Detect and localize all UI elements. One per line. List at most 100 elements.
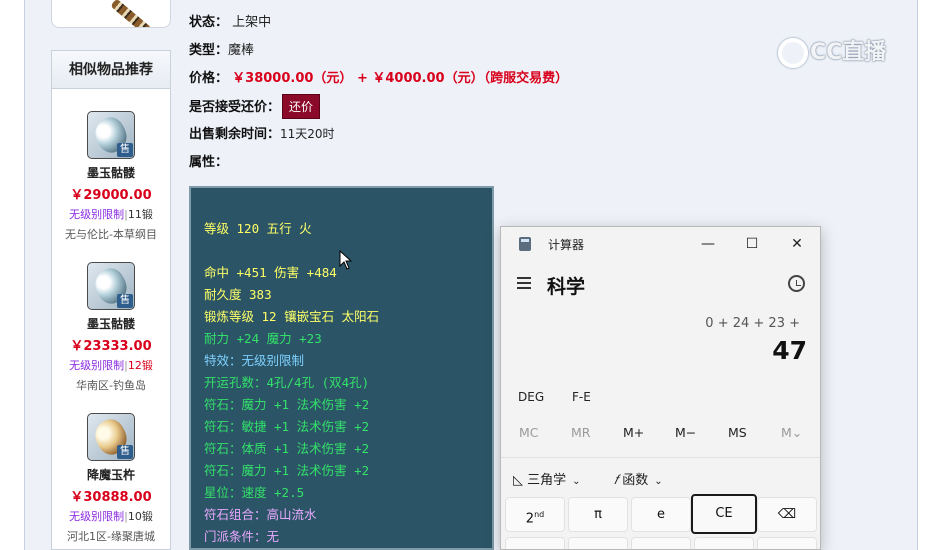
- rec-item-3[interactable]: 售 降魔玉杵 ￥30888.00 无级别限制|10锻 河北1区-缘聚唐城: [52, 413, 170, 544]
- similar-items-title: 相似物品推荐: [52, 51, 170, 89]
- rec-item-price: ￥23333.00: [70, 339, 152, 354]
- sale-badge: 售: [117, 294, 133, 308]
- calculator-titlebar[interactable]: 计算器 — ☐ ✕: [501, 227, 820, 261]
- attr-line: 符石：魔力 +1 法术伤害 +2: [204, 463, 370, 478]
- memory-list-button[interactable]: M⌄: [781, 425, 802, 440]
- function-dropdown[interactable]: 𝑓 函数 ⌄: [614, 469, 663, 488]
- mc-button[interactable]: MC: [519, 425, 539, 440]
- reciprocal-key[interactable]: [568, 537, 628, 549]
- remaining-value: 11天20时: [280, 127, 335, 141]
- calculator-title: 计算器: [548, 238, 585, 252]
- status-value: 上架中: [232, 15, 272, 30]
- type-row: 类型：魔棒: [189, 39, 254, 58]
- minimize-icon[interactable]: —: [686, 231, 730, 257]
- watermark-logo-icon: [778, 38, 808, 68]
- attributes-label: 属性：: [189, 155, 229, 170]
- rec-item-name[interactable]: 墨玉骷髅: [52, 164, 170, 181]
- mr-button[interactable]: MR: [571, 425, 590, 440]
- rec-item-name[interactable]: 墨玉骷髅: [52, 315, 170, 332]
- fe-button[interactable]: F-E: [572, 390, 591, 404]
- attributes-box: 等级 120 五行 火 命中 +451 伤害 +484 耐久度 383 锻炼等级…: [189, 186, 494, 550]
- attr-line: 符石：体质 +1 法术伤害 +2: [204, 441, 370, 456]
- rec-item-meta: 无级别限制|12锻: [52, 357, 170, 373]
- status-label: 状态：: [189, 15, 229, 30]
- attr-line: 符石：敏捷 +1 法术伤害 +2: [204, 419, 370, 434]
- bargain-row: 是否接受还价： 还价: [189, 94, 321, 119]
- attr-line: 锻炼等级 12 镶嵌宝石 太阳石: [204, 309, 380, 324]
- remaining-row: 出售剩余时间：11天20时: [189, 123, 335, 142]
- attr-line: 耐久度 383: [204, 287, 272, 302]
- pi-key[interactable]: π: [568, 497, 628, 532]
- status-row: 状态： 上架中: [189, 11, 271, 30]
- rec-item-forge: 11锻: [127, 208, 153, 221]
- watermark-text: CC直播: [810, 40, 887, 65]
- attr-line: 耐力 +24 魔力 +23: [204, 331, 322, 346]
- second-key[interactable]: 2nd: [505, 497, 565, 532]
- attributes-row: 属性：: [189, 151, 228, 170]
- maximize-icon[interactable]: ☐: [730, 231, 774, 257]
- m-plus-button[interactable]: M+: [623, 425, 644, 440]
- e-key[interactable]: e: [631, 497, 691, 532]
- function-label: 函数: [622, 473, 649, 488]
- bargain-button[interactable]: 还价: [282, 94, 321, 119]
- type-label: 类型：: [189, 43, 229, 58]
- square-key[interactable]: [505, 537, 565, 549]
- type-value: 魔棒: [228, 43, 255, 58]
- staff-jade-icon[interactable]: 售: [87, 111, 135, 159]
- left-frame: [0, 0, 24, 550]
- calculator-header: 科学: [501, 269, 820, 299]
- expression-display: 0 + 24 + 23 +: [705, 316, 800, 331]
- right-frame: [918, 0, 928, 550]
- staff-jade-icon[interactable]: 售: [87, 262, 135, 310]
- watermark: CC直播: [778, 34, 886, 68]
- result-display: 47: [772, 336, 807, 365]
- staff-gold-icon[interactable]: 售: [87, 413, 135, 461]
- item-image: [51, 0, 171, 28]
- trig-icon: ◺: [513, 473, 523, 488]
- rec-item-forge: 12锻: [127, 359, 153, 372]
- backspace-icon[interactable]: ⌫: [757, 497, 817, 532]
- attr-line: 门派条件：无: [204, 529, 280, 544]
- rec-item-meta: 无级别限制|11锻: [52, 206, 170, 222]
- rec-item-server: 无与伦比-本草纲目: [65, 228, 157, 241]
- rec-item-level: 无级别限制: [69, 510, 125, 523]
- mod-key[interactable]: [757, 537, 817, 549]
- close-icon[interactable]: ✕: [775, 231, 819, 257]
- divider: [501, 457, 820, 458]
- attr-line: 特效：无级别限制: [204, 353, 305, 368]
- chevron-down-icon: ⌄: [654, 476, 663, 487]
- rec-item-1[interactable]: 售 墨玉骷髅 ￥29000.00 无级别限制|11锻 无与伦比-本草纲目: [52, 111, 170, 242]
- bargain-label: 是否接受还价：: [189, 100, 281, 115]
- rec-item-2[interactable]: 售 墨玉骷髅 ￥23333.00 无级别限制|12锻 华南区-钓鱼岛: [52, 262, 170, 393]
- m-minus-button[interactable]: M−: [675, 425, 696, 440]
- price-row: 价格： ￥38000.00（元） + ￥4000.00（元）（跨服交易费）: [189, 67, 568, 86]
- price-value: ￥38000.00（元） + ￥4000.00（元）（跨服交易费）: [232, 71, 569, 86]
- trig-label: 三角学: [527, 473, 567, 488]
- sale-badge: 售: [117, 445, 133, 459]
- exp-key[interactable]: [694, 537, 754, 549]
- attr-line: 等级 120 五行 火: [204, 221, 312, 236]
- rec-item-price: ￥29000.00: [70, 188, 152, 203]
- clear-entry-key[interactable]: CE: [691, 494, 757, 534]
- rec-item-meta: 无级别限制|10锻: [52, 508, 170, 524]
- sale-badge: 售: [117, 143, 133, 157]
- history-icon[interactable]: [788, 275, 805, 292]
- attr-line: 开运孔数：4孔/4孔 (双4孔): [204, 375, 370, 390]
- rec-item-server: 河北1区-缘聚唐城: [67, 530, 155, 543]
- ms-button[interactable]: MS: [728, 425, 747, 440]
- abs-key[interactable]: [631, 537, 691, 549]
- rec-item-server: 华南区-钓鱼岛: [76, 379, 146, 392]
- menu-icon[interactable]: [517, 277, 531, 289]
- price-label: 价格：: [189, 71, 229, 86]
- rec-item-price: ￥30888.00: [70, 490, 152, 505]
- rec-item-forge: 10锻: [127, 510, 153, 523]
- angle-mode-button[interactable]: DEG: [518, 390, 544, 404]
- calculator-app-icon: [519, 237, 531, 251]
- similar-items-sidebar: 相似物品推荐 售 墨玉骷髅 ￥29000.00 无级别限制|11锻 无与伦比-本…: [51, 50, 171, 550]
- rec-item-level: 无级别限制: [69, 359, 125, 372]
- rec-item-level: 无级别限制: [69, 208, 125, 221]
- staff-image: [110, 0, 152, 27]
- trig-dropdown[interactable]: ◺ 三角学 ⌄: [513, 469, 581, 488]
- rec-item-name[interactable]: 降魔玉杵: [52, 466, 170, 483]
- calculator-window: 计算器 — ☐ ✕ 科学 0 + 24 + 23 + 47 DEG F-E MC…: [500, 226, 821, 550]
